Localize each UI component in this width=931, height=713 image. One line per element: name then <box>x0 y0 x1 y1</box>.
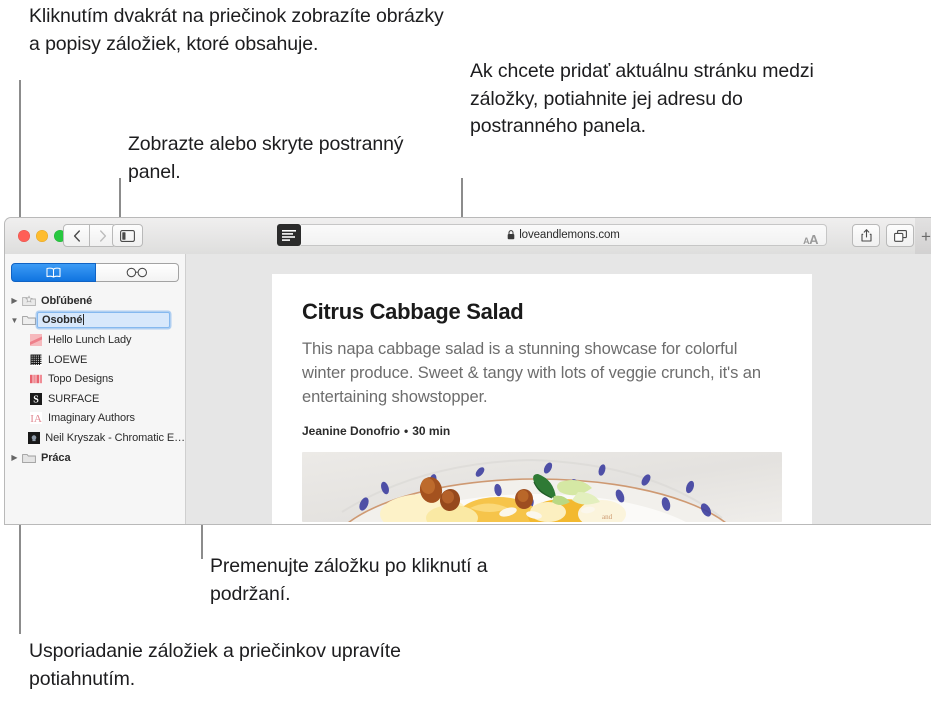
bookmark-row[interactable]: Hello Lunch Lady <box>5 330 185 350</box>
sidebar-toggle-icon <box>120 229 135 242</box>
safari-window: loveandlemons.com AA + ▶ Obľúbené ▼ Osob… <box>5 218 931 524</box>
sidebar-segmented-control <box>5 254 185 285</box>
sidebar-toggle-button[interactable] <box>112 224 143 247</box>
bookmark-label: Topo Designs <box>48 373 114 386</box>
folder-icon <box>20 452 37 464</box>
folder-favorites-icon <box>20 295 37 307</box>
article-title: Citrus Cabbage Salad <box>302 299 524 324</box>
tab-bookmarks[interactable] <box>11 262 96 282</box>
favicon-loewe-icon <box>27 353 44 366</box>
svg-text:and: and <box>602 513 613 521</box>
bookmark-row[interactable]: IA Imaginary Authors <box>5 409 185 429</box>
share-icon <box>860 229 872 242</box>
bookmarks-list: ▶ Obľúbené ▼ Osobné Hello Lunch Lady LOE… <box>5 285 186 468</box>
bookmark-folder-row[interactable]: ▶ Obľúbené <box>5 291 185 311</box>
favicon-imaginary-authors-icon: IA <box>27 412 44 425</box>
bookmark-row[interactable]: S SURFACE <box>5 389 185 409</box>
bookmark-label: Neil Kryszak - Chromatic E… <box>45 431 185 444</box>
callout-folder-text: Kliknutím dvakrát na priečinok zobrazíte… <box>29 5 444 55</box>
article-description: This napa cabbage salad is a stunning sh… <box>302 340 761 406</box>
callout-sidebar-text: Zobrazte alebo skryte postranný panel. <box>128 133 404 183</box>
bookmark-label: Hello Lunch Lady <box>48 333 132 346</box>
callout-address-text: Ak chcete pridať aktuálnu stránku medzi … <box>470 60 814 138</box>
content-area: Citrus Cabbage Salad This napa cabbage s… <box>186 254 931 524</box>
svg-text:S: S <box>33 394 39 404</box>
text-size-control[interactable]: AA <box>803 231 818 249</box>
disclosure-triangle-expanded-icon[interactable]: ▼ <box>9 316 20 325</box>
window-body: ▶ Obľúbené ▼ Osobné Hello Lunch Lady LOE… <box>5 254 931 524</box>
close-window-button[interactable] <box>18 230 30 242</box>
article-hero-image: and <box>302 451 782 522</box>
rename-bookmark-value: Osobné <box>42 313 83 326</box>
bookmark-row[interactable]: LOEWE <box>5 350 185 370</box>
share-button[interactable] <box>852 224 880 247</box>
disclosure-triangle-collapsed-icon[interactable]: ▶ <box>9 296 20 305</box>
salad-photo: and <box>302 451 782 522</box>
disclosure-triangle-collapsed-icon[interactable]: ▶ <box>9 453 20 462</box>
chevron-left-icon <box>73 229 80 242</box>
bookmark-folder-row-editing[interactable]: ▼ Osobné <box>5 311 185 331</box>
bookmark-row[interactable]: Topo Designs <box>5 369 185 389</box>
article-author: Jeanine Donofrio <box>302 423 401 438</box>
show-tabs-icon <box>893 229 907 242</box>
book-icon <box>46 267 61 278</box>
article: Citrus Cabbage Salad This napa cabbage s… <box>272 274 812 522</box>
svg-text:IA: IA <box>30 413 42 424</box>
article-byline: Jeanine Donofrio • 30 min <box>302 424 782 438</box>
text-caret <box>83 314 85 326</box>
folder-icon <box>20 314 37 326</box>
reader-view-button[interactable] <box>277 224 301 246</box>
bookmark-label: SURFACE <box>48 392 100 405</box>
back-button[interactable] <box>63 224 90 247</box>
new-tab-label: + <box>921 226 931 246</box>
favicon-neil-kryszak-icon <box>27 431 41 444</box>
webpage-canvas: Citrus Cabbage Salad This napa cabbage s… <box>272 274 812 524</box>
new-tab-button[interactable]: + <box>915 218 931 254</box>
favicon-topo-designs-icon <box>27 374 44 384</box>
address-bar[interactable]: loveandlemons.com AA <box>301 224 827 249</box>
favicon-surface-icon: S <box>27 392 44 405</box>
glasses-icon <box>126 267 147 277</box>
bookmark-folder-label: Práca <box>41 451 71 464</box>
tab-reading-list[interactable] <box>95 262 179 282</box>
bookmark-row[interactable]: Neil Kryszak - Chromatic E… <box>5 428 185 448</box>
show-all-tabs-button[interactable] <box>886 224 914 247</box>
callout-reorder-text: Usporiadanie záložiek a priečinkov uprav… <box>29 640 401 690</box>
bookmark-folder-label: Obľúbené <box>41 294 93 307</box>
bookmarks-sidebar: ▶ Obľúbené ▼ Osobné Hello Lunch Lady LOE… <box>5 254 186 524</box>
byline-separator: • <box>404 423 409 438</box>
url-text: loveandlemons.com <box>519 229 620 241</box>
callout-rename-text: Premenujte záložku po kliknutí a podržan… <box>210 555 488 605</box>
rename-bookmark-input[interactable]: Osobné <box>37 311 170 328</box>
minimize-window-button[interactable] <box>36 230 48 242</box>
bookmark-folder-row[interactable]: ▶ Práca <box>5 448 185 468</box>
lock-icon <box>507 230 515 240</box>
text-size-large-label: A <box>809 232 818 247</box>
favicon-hello-lunch-lady-icon <box>27 333 44 346</box>
bookmark-label: LOEWE <box>48 353 88 366</box>
chevron-right-icon <box>99 229 106 242</box>
article-duration: 30 min <box>412 423 451 438</box>
browser-toolbar: loveandlemons.com AA + <box>5 218 931 255</box>
reader-view-icon <box>282 229 296 241</box>
bookmark-label: Imaginary Authors <box>48 412 135 425</box>
